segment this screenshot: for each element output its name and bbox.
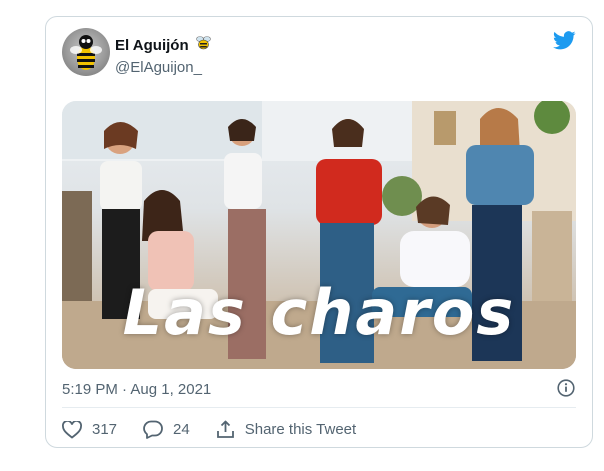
reply-button[interactable]: 24 (143, 420, 190, 439)
reply-count: 24 (173, 421, 190, 438)
like-button[interactable]: 317 (62, 420, 118, 439)
user-handle[interactable]: @ElAguijon_ (115, 58, 212, 77)
tweet-media-photo[interactable]: Las charos (62, 101, 576, 369)
reply-bubble-icon (143, 420, 163, 439)
share-label: Share this Tweet (244, 421, 357, 438)
like-count: 317 (92, 421, 118, 438)
bee-icon (195, 34, 212, 56)
heart-icon (62, 420, 82, 439)
tweet-timestamp[interactable]: 5:19 PM · Aug 1, 2021 (62, 381, 211, 398)
bee-mascot-avatar-image (70, 35, 102, 70)
avatar[interactable] (62, 28, 110, 76)
media-overlay-caption: Las charos (122, 276, 516, 349)
info-icon[interactable] (557, 379, 575, 402)
share-button[interactable]: Share this Tweet (216, 420, 356, 439)
tweet-actions: 317 24 Share this Tweet (62, 420, 382, 439)
share-icon (216, 420, 235, 439)
twitter-bird-icon[interactable] (553, 31, 576, 55)
display-name[interactable]: El Aguijón (115, 34, 212, 56)
display-name-text: El Aguijón (115, 36, 189, 54)
tweet-card[interactable]: El Aguijón @ElAguijon_ Las charos 5:19 P… (45, 16, 593, 448)
author-info[interactable]: El Aguijón @ElAguijon_ (115, 34, 212, 77)
divider (62, 407, 576, 408)
